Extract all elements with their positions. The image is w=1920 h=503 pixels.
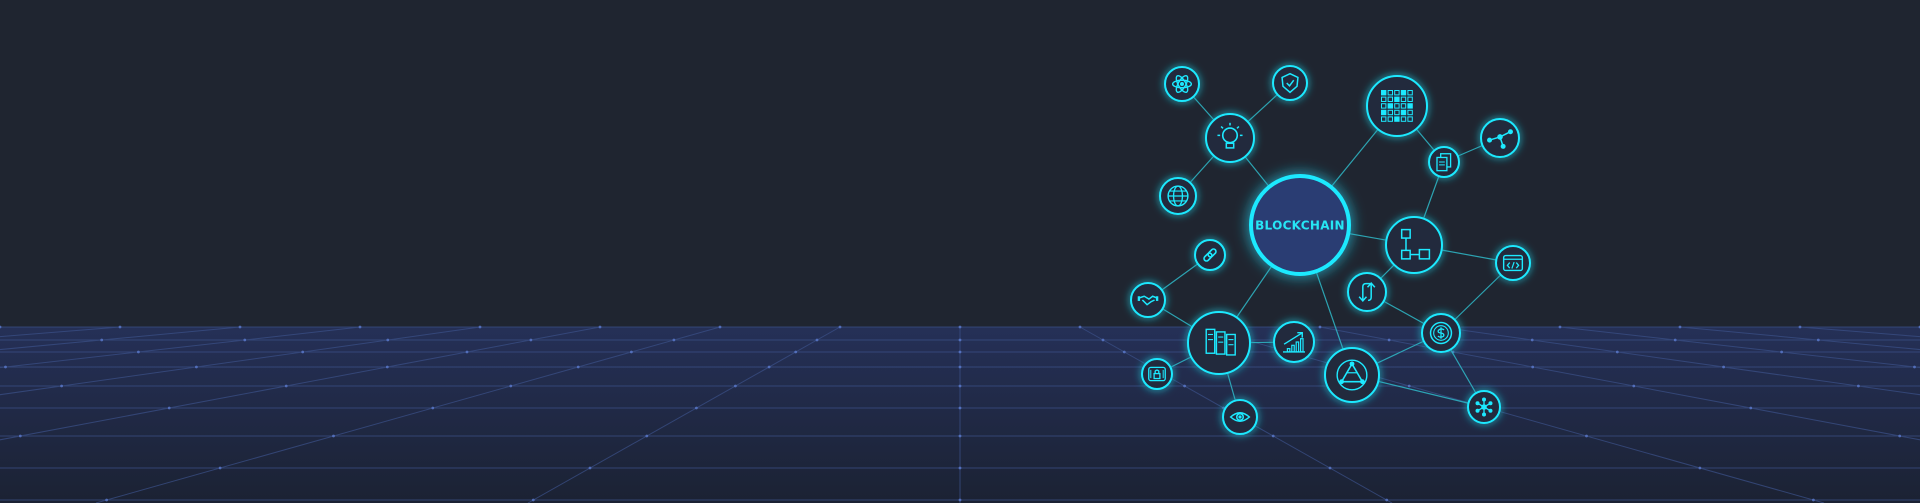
node-docs: [1428, 146, 1460, 178]
node-code: [1495, 245, 1531, 281]
node-molecule: [1480, 118, 1520, 158]
node-globe: [1159, 177, 1197, 215]
node-growth: [1273, 321, 1315, 363]
hub-label: BLOCKCHAIN: [1255, 219, 1345, 233]
node-eye: [1222, 399, 1258, 435]
node-idea: [1205, 113, 1255, 163]
node-hub: [1467, 390, 1501, 424]
node-qr: [1366, 75, 1428, 137]
node-shield: [1272, 65, 1308, 101]
blockchain-network-illustration: BLOCKCHAIN: [0, 0, 1920, 503]
node-atom: [1164, 66, 1200, 102]
node-servers: [1187, 311, 1251, 375]
coin-dollar-icon: [1429, 321, 1453, 345]
node-sync: [1347, 272, 1387, 312]
node-coin: [1421, 313, 1461, 353]
node-handshake: [1130, 282, 1166, 318]
grid-floor: [0, 325, 1920, 503]
node-link: [1194, 239, 1226, 271]
node-triangle: [1324, 347, 1380, 403]
node-lock: [1141, 358, 1173, 390]
blockchain-hub: BLOCKCHAIN: [1249, 174, 1351, 276]
node-flow: [1385, 216, 1443, 274]
